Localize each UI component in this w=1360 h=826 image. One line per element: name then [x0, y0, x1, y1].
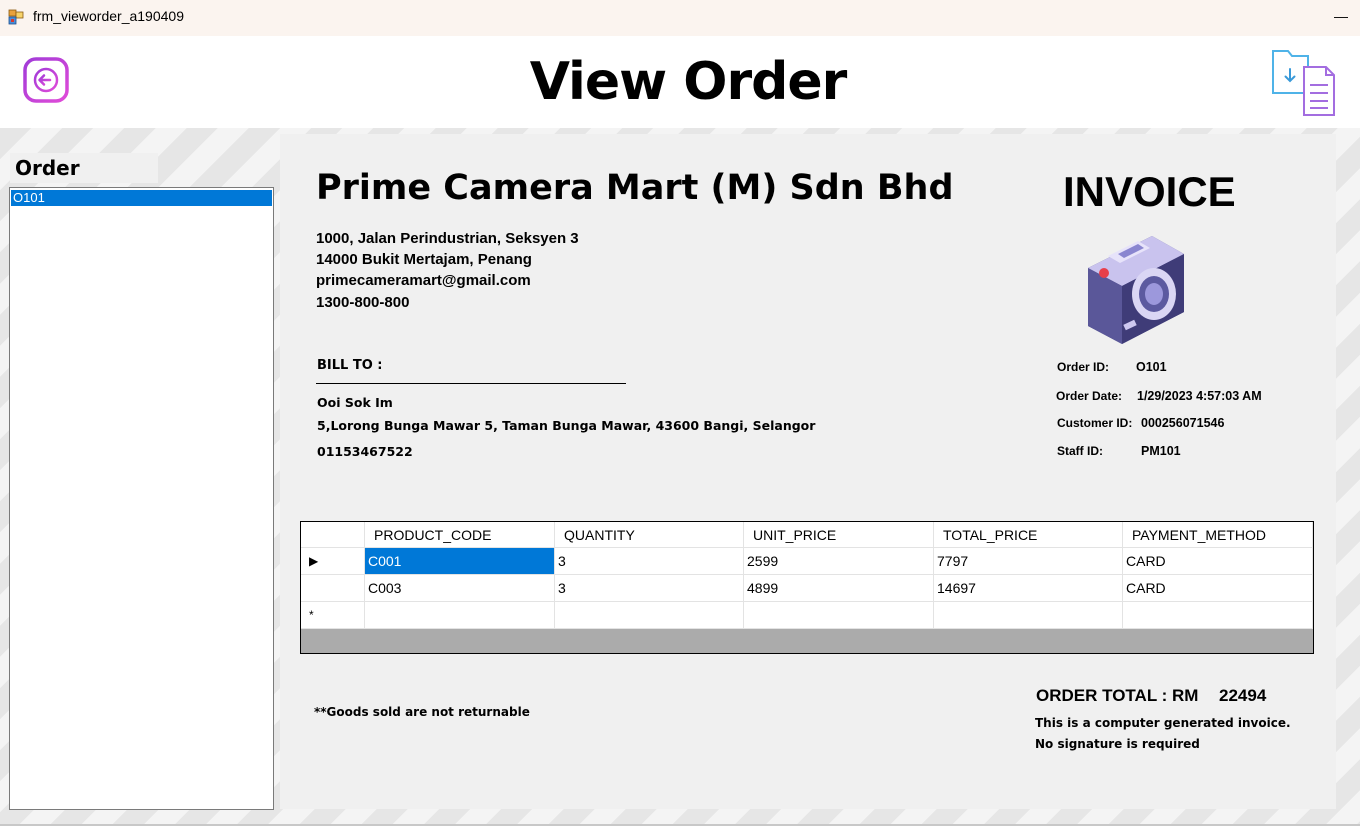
customer-phone: 01153467522 — [317, 444, 413, 459]
invoice-footer-line: No signature is required — [1035, 737, 1200, 751]
order-id-label: Order ID: — [1057, 360, 1110, 374]
table-cell[interactable]: 7797 — [934, 548, 1123, 575]
invoice-panel: Prime Camera Mart (M) Sdn Bhd 1000, Jala… — [280, 134, 1336, 809]
order-total-label: ORDER TOTAL : RM — [1036, 686, 1199, 705]
bill-to-divider — [316, 383, 626, 384]
customer-name: Ooi Sok Im — [317, 395, 393, 410]
page-header: View Order — [0, 36, 1360, 128]
table-cell[interactable]: 3 — [555, 548, 744, 575]
column-header-unit-price[interactable]: UNIT_PRICE — [744, 522, 934, 548]
column-header-payment-method[interactable]: PAYMENT_METHOD — [1123, 522, 1313, 548]
table-cell[interactable]: C001 — [365, 548, 555, 575]
returns-note: **Goods sold are not returnable — [314, 705, 530, 719]
grid-header-row: PRODUCT_CODE QUANTITY UNIT_PRICE TOTAL_P… — [301, 522, 1313, 548]
table-cell[interactable]: 3 — [555, 575, 744, 602]
table-cell[interactable]: CARD — [1123, 548, 1313, 575]
bill-to-label: BILL TO : — [317, 358, 383, 373]
table-cell[interactable]: C003 — [365, 575, 555, 602]
invoice-title: INVOICE — [1063, 168, 1236, 215]
customer-address: 5,Lorong Bunga Mawar 5, Taman Bunga Mawa… — [317, 418, 816, 433]
page-title: View Order — [529, 52, 848, 112]
column-header-quantity[interactable]: QUANTITY — [555, 522, 744, 548]
order-history-list[interactable]: O101 — [9, 187, 274, 810]
table-cell[interactable] — [934, 602, 1123, 629]
table-cell[interactable]: 14697 — [934, 575, 1123, 602]
company-email: primecameramart@gmail.com — [316, 272, 531, 289]
order-items-grid[interactable]: PRODUCT_CODE QUANTITY UNIT_PRICE TOTAL_P… — [300, 521, 1314, 654]
table-cell[interactable] — [365, 602, 555, 629]
staff-id-value: PM101 — [1141, 444, 1181, 458]
table-cell[interactable]: CARD — [1123, 575, 1313, 602]
export-button[interactable] — [1270, 45, 1340, 117]
order-date-label: Order Date: — [1056, 389, 1123, 403]
order-date-value: 1/29/2023 4:57:03 AM — [1137, 389, 1262, 403]
window-titlebar: frm_vieworder_a190409 — — [0, 0, 1360, 36]
table-cell[interactable] — [744, 602, 934, 629]
company-phone: 1300-800-800 — [316, 294, 410, 311]
table-cell[interactable]: 4899 — [744, 575, 934, 602]
order-history-item[interactable]: O101 — [11, 190, 272, 206]
column-header-total-price[interactable]: TOTAL_PRICE — [934, 522, 1123, 548]
order-history-label: Order History — [10, 153, 158, 210]
column-header-product-code[interactable]: PRODUCT_CODE — [365, 522, 555, 548]
table-row[interactable]: C003 3 4899 14697 CARD — [301, 575, 1313, 602]
new-row[interactable]: * — [301, 602, 1313, 629]
order-id-value: O101 — [1136, 360, 1167, 374]
order-total-value: 22494 — [1219, 686, 1267, 705]
table-cell[interactable] — [555, 602, 744, 629]
customer-id-value: 000256071546 — [1141, 416, 1225, 430]
table-cell[interactable]: 2599 — [744, 548, 934, 575]
grid-corner-cell — [301, 522, 365, 548]
window-title: frm_vieworder_a190409 — [33, 8, 184, 24]
customer-id-label: Customer ID: — [1057, 416, 1133, 430]
row-header-cell[interactable] — [301, 575, 365, 602]
invoice-footer-line: This is a computer generated invoice. — [1035, 716, 1291, 730]
table-cell[interactable] — [1123, 602, 1313, 629]
staff-id-label: Staff ID: — [1057, 444, 1103, 458]
company-address-line: 14000 Bukit Mertajam, Penang — [316, 251, 532, 268]
current-row-indicator-icon[interactable]: ▶ — [301, 548, 365, 575]
company-name: Prime Camera Mart (M) Sdn Bhd — [316, 168, 954, 208]
minimize-button[interactable]: — — [1326, 0, 1356, 36]
new-row-asterisk-icon[interactable]: * — [301, 602, 365, 629]
app-form-icon — [8, 9, 24, 25]
company-address-line: 1000, Jalan Perindustrian, Seksyen 3 — [316, 230, 579, 247]
camera-icon — [1088, 236, 1184, 344]
folder-document-export-icon — [1272, 50, 1335, 116]
table-row[interactable]: ▶ C001 3 2599 7797 CARD — [301, 548, 1313, 575]
